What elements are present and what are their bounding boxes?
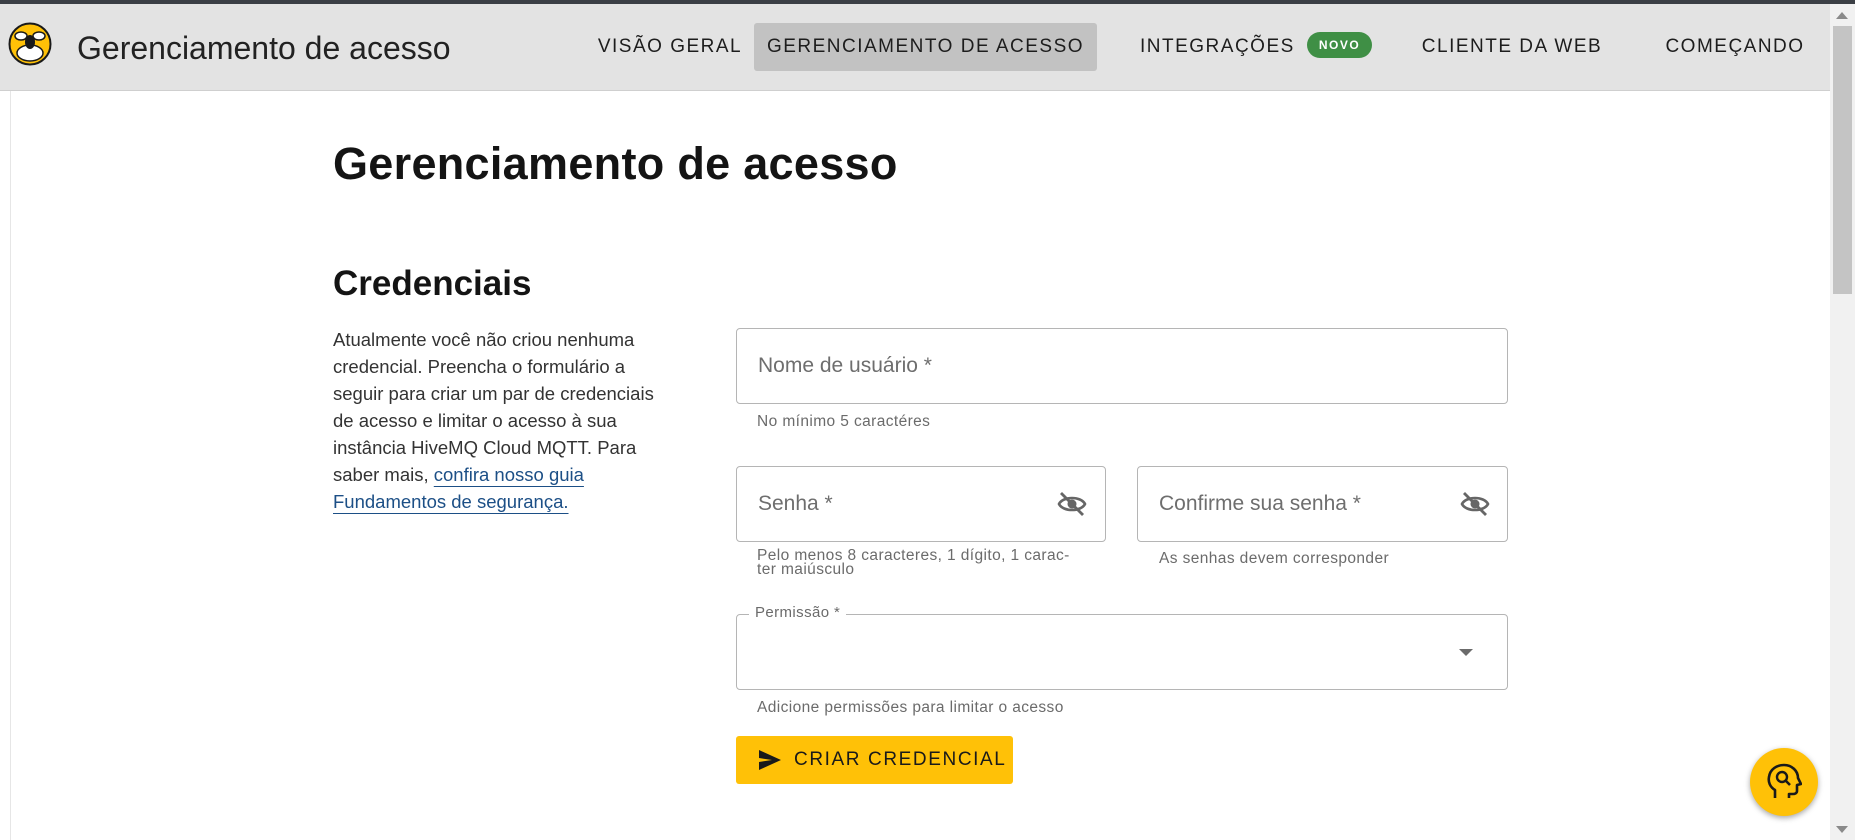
nav-item-label: GERENCIAMENTO DE ACESSO: [766, 36, 1085, 57]
create-credential-button[interactable]: CRIAR CREDENCIAL: [736, 736, 1013, 784]
section-title-credenciais: Credenciais: [333, 264, 532, 303]
nav-item-label: COMEÇANDO: [1665, 36, 1805, 57]
password-helper-line: ter maiúsculo: [757, 561, 855, 578]
nav-item-gerenciamento-de-acesso[interactable]: GERENCIAMENTO DE ACESSO: [754, 23, 1097, 71]
username-field[interactable]: Nome de usuário *: [736, 328, 1508, 404]
support-chat-icon: [1767, 763, 1802, 798]
eye-off-icon[interactable]: [1460, 491, 1490, 517]
credentials-intro-text: Atualmente você não criou nenhuma creden…: [333, 326, 673, 515]
send-icon: [759, 750, 781, 770]
scroll-up-arrow-icon[interactable]: [1836, 12, 1848, 19]
confirm-password-field[interactable]: Confirme sua senha *: [1137, 466, 1508, 542]
create-credential-label: CRIAR CREDENCIAL: [794, 749, 1007, 770]
nav-item-cliente-da-web[interactable]: CLIENTE DA WEB: [1420, 23, 1604, 71]
username-placeholder: Nome de usuário *: [758, 354, 932, 377]
top-app-bar: Gerenciamento de acesso VISÃO GERAL GERE…: [0, 4, 1830, 91]
permission-helper-text: Adicione permissões para limitar o acess…: [757, 699, 1064, 716]
caret-down-icon[interactable]: [1459, 649, 1473, 656]
password-field[interactable]: Senha *: [736, 466, 1106, 542]
scrollbar-thumb[interactable]: [1833, 26, 1852, 294]
username-helper-text: No mínimo 5 caractéres: [757, 413, 931, 430]
confirm-password-helper-text: As senhas devem corresponder: [1159, 550, 1390, 567]
scroll-down-arrow-icon[interactable]: [1836, 826, 1848, 833]
nav-item-visao-geral[interactable]: VISÃO GERAL: [595, 23, 745, 71]
confirm-password-placeholder: Confirme sua senha *: [1159, 492, 1361, 515]
nav-item-comecando[interactable]: COMEÇANDO: [1655, 23, 1815, 71]
permission-select[interactable]: Permissão *: [736, 604, 1508, 690]
permission-label: Permissão *: [749, 604, 847, 621]
nav-item-integracoes[interactable]: INTEGRAÇÕES NOVO: [1140, 23, 1373, 71]
nav-item-label: VISÃO GERAL: [597, 36, 743, 57]
hivemq-logo-icon[interactable]: [8, 22, 52, 66]
password-placeholder: Senha *: [758, 492, 833, 515]
password-helper-text: Pelo menos 8 caracteres, 1 dígito, 1 car…: [757, 548, 1070, 578]
content-left-border: [10, 91, 11, 840]
support-chat-button[interactable]: [1750, 748, 1818, 816]
nav-item-label: CLIENTE DA WEB: [1421, 36, 1603, 57]
app-title: Gerenciamento de acesso: [77, 30, 451, 66]
page-title: Gerenciamento de acesso: [333, 138, 898, 189]
new-badge: NOVO: [1306, 31, 1373, 58]
intro-text: Atualmente você não criou nenhuma creden…: [333, 329, 654, 485]
nav-item-label: INTEGRAÇÕES: [1140, 36, 1295, 57]
eye-off-icon[interactable]: [1057, 491, 1087, 517]
